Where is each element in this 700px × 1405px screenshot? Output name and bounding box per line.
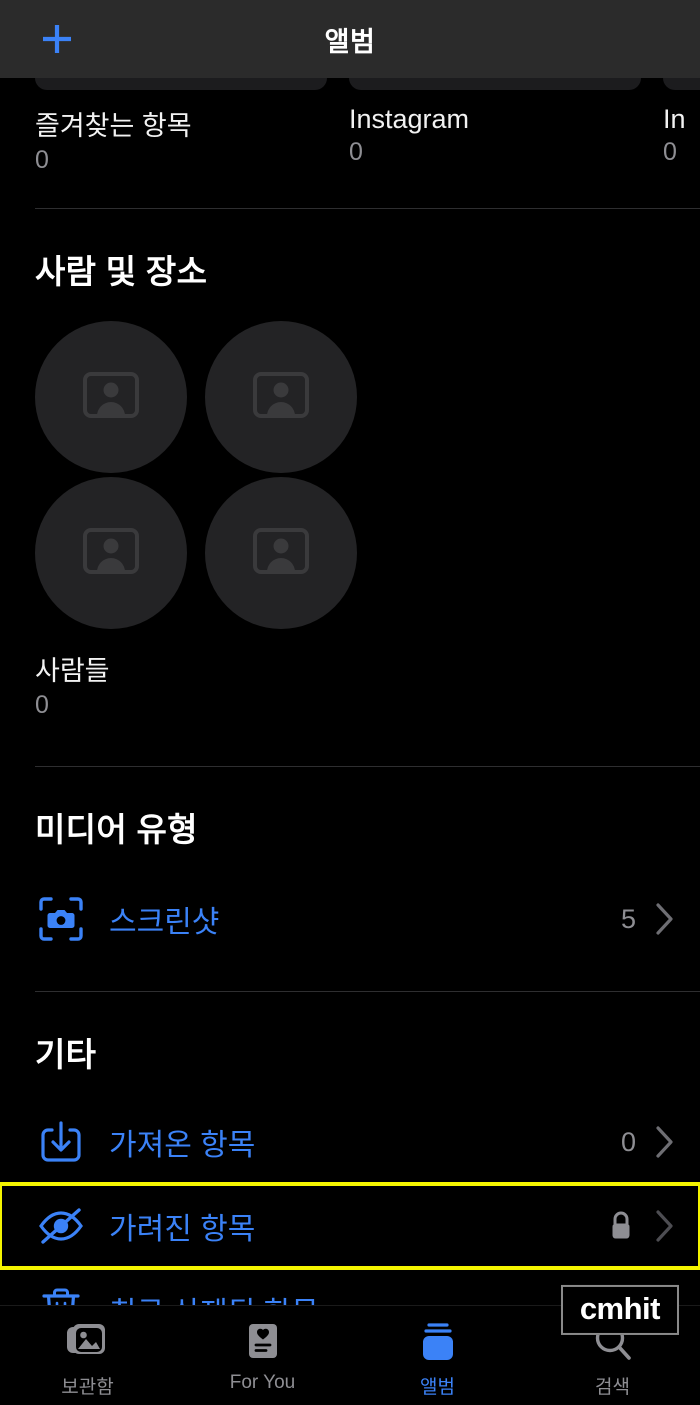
avatar[interactable] xyxy=(205,321,357,473)
tab-label: 검색 xyxy=(595,1377,630,1398)
album-cell-third[interactable]: In 0 xyxy=(663,78,700,208)
album-name: Instagram xyxy=(349,104,470,134)
lock-icon xyxy=(608,1209,634,1243)
tab-label: 보관함 xyxy=(61,1377,114,1398)
list-item-screenshots[interactable]: 스크린샷 5 xyxy=(0,877,700,961)
for-you-card-icon xyxy=(244,1320,282,1364)
album-thumbnail xyxy=(349,78,641,90)
scroll-content: 즐겨찾는 항목 0 Instagram 0 In 0 사람 및 장소 사람들 0… xyxy=(0,78,700,1352)
list-item-label: 가져온 항목 xyxy=(109,1129,256,1162)
album-count: 0 xyxy=(663,138,677,166)
albums-stack-icon xyxy=(418,1320,458,1364)
people-album-label: 사람들 xyxy=(35,656,110,686)
tab-albums[interactable]: 앨범 xyxy=(350,1320,525,1399)
chevron-right-icon xyxy=(654,1208,676,1244)
photo-stack-icon xyxy=(65,1320,111,1364)
add-album-button[interactable] xyxy=(36,18,78,60)
album-count: 0 xyxy=(35,146,49,174)
section-title-people-places: 사람 및 장소 xyxy=(35,253,208,290)
album-cell-favorites[interactable]: 즐겨찾는 항목 0 xyxy=(35,78,327,208)
person-photo-placeholder-icon xyxy=(252,527,310,580)
albums-grid-row: 즐겨찾는 항목 0 Instagram 0 In 0 xyxy=(0,78,700,208)
list-item-imported[interactable]: 가져온 항목 0 xyxy=(0,1100,700,1184)
chevron-right-icon xyxy=(654,901,676,937)
eye-slash-icon xyxy=(35,1205,87,1247)
list-item-hidden[interactable]: 가려진 항목 xyxy=(0,1182,700,1270)
navigation-bar: 앨범 xyxy=(0,0,700,78)
chevron-right-icon xyxy=(654,1124,676,1160)
list-item-label: 스크린샷 xyxy=(109,906,220,939)
cmhit-overlay-badge: cmhit xyxy=(560,1284,679,1336)
album-cell-instagram[interactable]: Instagram 0 xyxy=(349,78,641,208)
tab-for-you[interactable]: For You xyxy=(175,1320,350,1394)
people-places-section: 사람들 0 xyxy=(0,293,700,720)
page-title: 앨범 xyxy=(324,26,376,57)
people-avatar-grid xyxy=(35,321,361,629)
tab-label: For You xyxy=(229,1372,296,1393)
screenshot-camera-icon xyxy=(35,896,87,942)
person-photo-placeholder-icon xyxy=(252,371,310,424)
album-name: 즐겨찾는 항목 xyxy=(35,111,192,141)
person-photo-placeholder-icon xyxy=(82,527,140,580)
list-item-count: 5 xyxy=(620,903,636,934)
section-title-other: 기타 xyxy=(35,1036,97,1073)
person-photo-placeholder-icon xyxy=(82,371,140,424)
album-thumbnail xyxy=(35,78,327,90)
plus-icon xyxy=(37,19,77,59)
section-title-media-types: 미디어 유형 xyxy=(35,811,198,848)
album-thumbnail xyxy=(663,78,700,90)
list-item-count: 0 xyxy=(620,1126,636,1157)
tab-label: 앨범 xyxy=(420,1377,455,1398)
list-item-label: 가려진 항목 xyxy=(109,1213,256,1246)
album-count: 0 xyxy=(349,138,363,166)
photos-albums-screen: 앨범 즐겨찾는 항목 0 Instagram 0 In 0 사람 및 장소 사람… xyxy=(0,0,700,1405)
album-name: In xyxy=(663,104,686,134)
import-download-icon xyxy=(35,1119,87,1165)
avatar[interactable] xyxy=(205,477,357,629)
avatar[interactable] xyxy=(35,321,187,473)
tab-library[interactable]: 보관함 xyxy=(0,1320,175,1399)
avatar[interactable] xyxy=(35,477,187,629)
people-album-count: 0 xyxy=(35,691,49,719)
